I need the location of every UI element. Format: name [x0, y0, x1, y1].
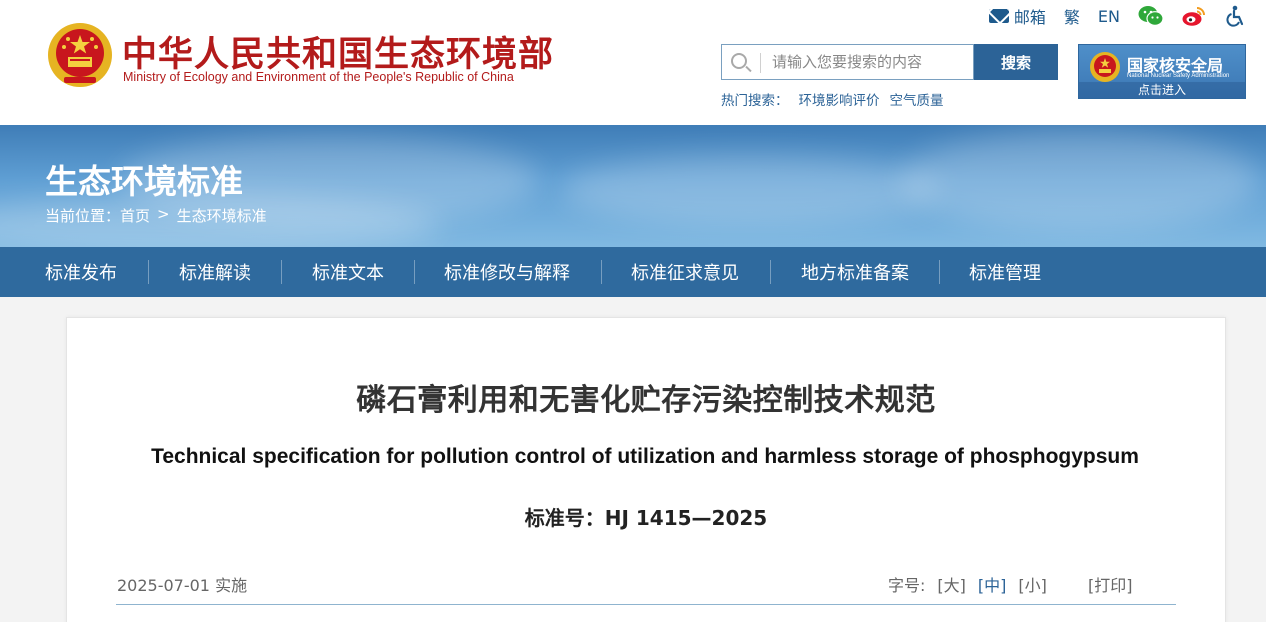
- nav-item-standard-management[interactable]: 标准管理: [969, 247, 1041, 297]
- nav-item-standard-amendment[interactable]: 标准修改与解释: [444, 247, 570, 297]
- nav-item-standard-interpretation[interactable]: 标准解读: [179, 247, 251, 297]
- nav-item-standard-consultation[interactable]: 标准征求意见: [631, 247, 739, 297]
- nnsa-banner-link[interactable]: 国家核安全局 National Nuclear Safety Administr…: [1078, 44, 1246, 99]
- national-emblem-icon[interactable]: [46, 21, 114, 89]
- weibo-icon: [1182, 7, 1205, 26]
- breadcrumb-prefix: 当前位置：: [45, 207, 121, 225]
- accessibility-icon: [1226, 5, 1244, 27]
- site-title-en[interactable]: Ministry of Ecology and Environment of t…: [123, 70, 514, 84]
- nav-divider: [770, 260, 771, 284]
- standard-number: 标准号：HJ 1415—2025: [524, 506, 768, 530]
- hot-search: 热门搜索： 环境影响评价 空气质量: [721, 89, 944, 109]
- hot-search-link-eia[interactable]: 环境影响评价: [799, 93, 880, 109]
- section-banner: 生态环境标准 当前位置： 首页 > 生态环境标准: [0, 125, 1266, 247]
- breadcrumb-separator: >: [157, 205, 170, 223]
- top-links: 邮箱 繁 EN: [971, 4, 1246, 28]
- accessibility-link[interactable]: [1224, 5, 1246, 27]
- nnsa-name-en: National Nuclear Safety Administration: [1127, 73, 1230, 79]
- mail-label: 邮箱: [1013, 8, 1046, 27]
- english-link[interactable]: EN: [1098, 7, 1120, 26]
- print-button[interactable]: [打印]: [1088, 572, 1133, 596]
- font-size-control: 字号: [大] [中] [小]: [888, 572, 1047, 596]
- wechat-icon: [1138, 6, 1164, 26]
- mail-icon: [988, 9, 1009, 23]
- nav-item-local-standard-filing[interactable]: 地方标准备案: [801, 247, 909, 297]
- nnsa-enter-label: 点击进入: [1079, 82, 1245, 98]
- nav-item-standard-text[interactable]: 标准文本: [312, 247, 384, 297]
- site-header: 中华人民共和国生态环境部 Ministry of Ecology and Env…: [0, 0, 1266, 125]
- main-nav: 标准发布 标准解读 标准文本 标准修改与解释 标准征求意见 地方标准备案 标准管…: [0, 247, 1266, 297]
- nav-divider: [148, 260, 149, 284]
- search-icon: [731, 53, 747, 69]
- nav-item-standard-release[interactable]: 标准发布: [45, 247, 117, 297]
- breadcrumb-home-link[interactable]: 首页: [120, 205, 150, 226]
- nav-divider: [281, 260, 282, 284]
- traditional-chinese-link[interactable]: 繁: [1064, 4, 1080, 28]
- hot-search-label: 热门搜索：: [721, 93, 789, 109]
- document-title-cn: 磷石膏利用和无害化贮存污染控制技术规范: [356, 383, 936, 418]
- search-divider: [760, 53, 761, 73]
- nav-divider: [939, 260, 940, 284]
- nnsa-emblem-icon: [1090, 52, 1120, 82]
- search-button[interactable]: 搜索: [974, 44, 1058, 80]
- breadcrumb: 当前位置： 首页 > 生态环境标准: [45, 205, 267, 226]
- section-title: 生态环境标准: [45, 162, 243, 201]
- font-size-medium-button[interactable]: [中]: [978, 572, 1007, 596]
- search-input[interactable]: [772, 45, 970, 79]
- nav-divider: [414, 260, 415, 284]
- search-box: [721, 44, 974, 80]
- font-size-large-button[interactable]: [大]: [937, 572, 966, 596]
- font-size-small-button[interactable]: [小]: [1018, 572, 1047, 596]
- font-size-label: 字号:: [888, 576, 926, 595]
- breadcrumb-current-link[interactable]: 生态环境标准: [177, 205, 267, 226]
- weibo-link[interactable]: [1182, 5, 1206, 27]
- hot-search-link-air-quality[interactable]: 空气质量: [890, 93, 944, 109]
- meta-divider: [116, 604, 1176, 605]
- mail-link[interactable]: 邮箱: [988, 4, 1046, 28]
- effective-date: 2025-07-01 实施: [117, 576, 248, 595]
- document-title-en: Technical specification for pollution co…: [151, 445, 1139, 468]
- wechat-link[interactable]: [1138, 5, 1164, 27]
- nav-divider: [601, 260, 602, 284]
